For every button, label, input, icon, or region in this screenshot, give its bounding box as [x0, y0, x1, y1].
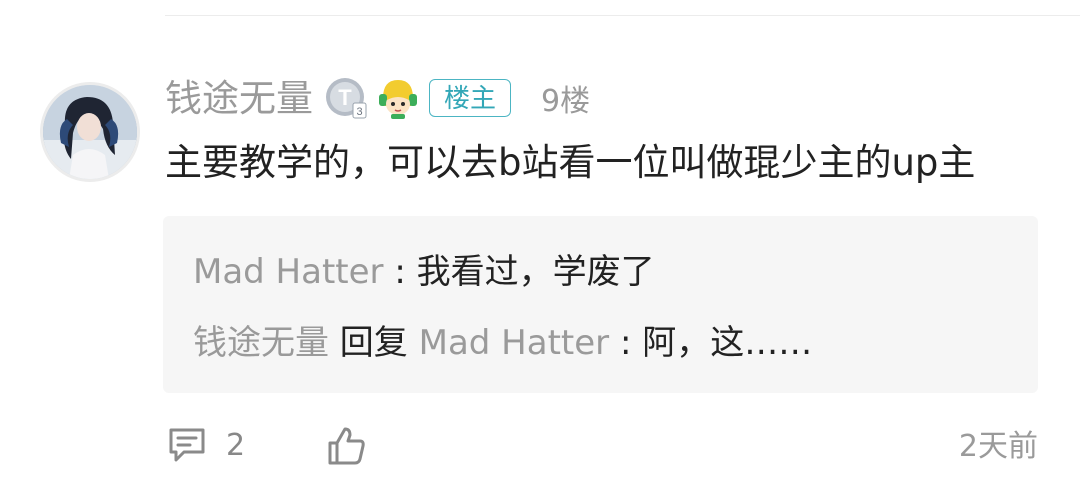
reply-separator: : — [383, 252, 417, 292]
mascot-badge-icon — [377, 76, 419, 120]
reply-separator: : — [609, 323, 643, 363]
reply-word: 回复 — [329, 323, 419, 363]
comment-count: 2 — [226, 427, 246, 463]
like-button[interactable] — [326, 425, 368, 471]
thumbs-up-icon — [328, 427, 365, 465]
avatar[interactable] — [40, 82, 140, 182]
username[interactable]: 钱途无量 — [165, 80, 313, 117]
level-badge-letter: T — [338, 85, 352, 110]
reply-item[interactable]: 钱途无量 回复 Mad Hatter : 阿，这…… — [193, 319, 812, 367]
comment-header: 钱途无量 T 3 楼主 9楼 — [165, 72, 590, 124]
reply-preview-box[interactable]: Mad Hatter : 我看过，学废了 钱途无量 回复 Mad Hatter … — [163, 216, 1038, 393]
reply-target[interactable]: Mad Hatter — [419, 323, 610, 363]
comment-button[interactable]: 2 — [166, 425, 245, 465]
top-divider — [165, 15, 1080, 16]
floor-number: 9楼 — [541, 84, 591, 119]
level-badge-icon: T 3 — [325, 77, 367, 119]
reply-text: 我看过，学废了 — [416, 252, 655, 292]
reply-author[interactable]: Mad Hatter — [193, 252, 384, 292]
reply-item[interactable]: Mad Hatter : 我看过，学废了 — [193, 248, 655, 296]
reply-text: 阿，这…… — [642, 323, 813, 363]
reply-author[interactable]: 钱途无量 — [193, 323, 329, 363]
comment-icon — [169, 428, 205, 462]
comment-content[interactable]: 主要教学的，可以去b站看一位叫做琨少主的up主 — [165, 138, 975, 188]
avatar-image — [43, 85, 137, 179]
level-badge-number: 3 — [356, 106, 362, 118]
post-time: 2天前 — [958, 429, 1038, 464]
op-tag: 楼主 — [429, 79, 512, 117]
